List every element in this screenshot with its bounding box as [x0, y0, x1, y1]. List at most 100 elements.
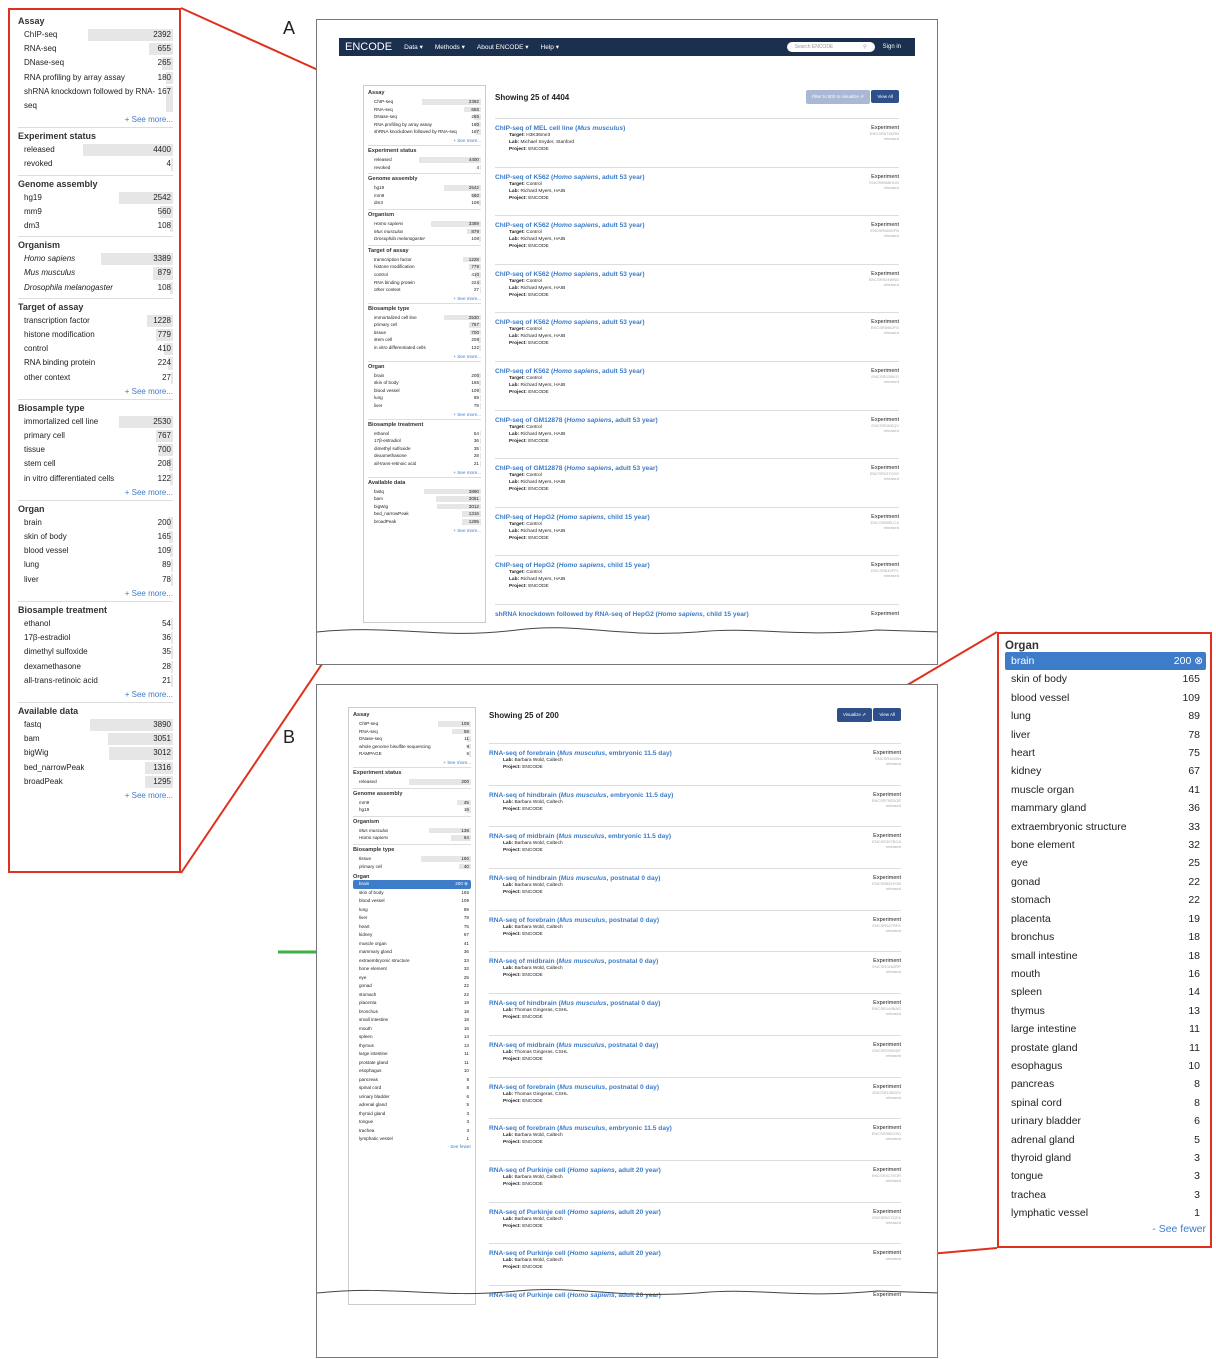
- facet-item[interactable]: prostate gland 11: [1005, 1039, 1206, 1057]
- result-title-link[interactable]: ChIP-seq of K562 (Homo sapiens, adult 53…: [495, 319, 899, 326]
- brand-logo[interactable]: ENCODE: [345, 41, 392, 53]
- facet-item[interactable]: skin of body 165: [353, 889, 471, 898]
- facet-item[interactable]: thyroid gland 3: [1005, 1149, 1206, 1167]
- facet-item[interactable]: in vitro differentiated cells 122: [18, 472, 173, 486]
- facet-item[interactable]: Homo sapiens 3389: [18, 252, 173, 266]
- facet-item[interactable]: mm9 560: [18, 205, 173, 219]
- facet-item[interactable]: placenta 19: [1005, 910, 1206, 928]
- facet-item[interactable]: mammary gland 36: [1005, 799, 1206, 817]
- facet-item[interactable]: bone element 32: [1005, 836, 1206, 854]
- facet-item[interactable]: eye 25: [1005, 854, 1206, 872]
- facet-item[interactable]: ChIP-seq 2392: [18, 28, 173, 42]
- facet-item[interactable]: thyroid gland 3: [353, 1110, 471, 1119]
- facet-item[interactable]: trachea 3: [353, 1127, 471, 1136]
- nav-menu-data[interactable]: Data ▾: [404, 43, 423, 51]
- facet-item[interactable]: mouth 16: [353, 1025, 471, 1034]
- facet-item[interactable]: spleen 14: [1005, 983, 1206, 1001]
- facet-item[interactable]: stem cell 208: [18, 457, 173, 471]
- facet-item[interactable]: ethanol 54: [368, 430, 481, 438]
- facet-item[interactable]: dimethyl sulfoxide 35: [368, 445, 481, 453]
- facet-item[interactable]: RNA-seq 59: [353, 728, 471, 736]
- see-more-link[interactable]: + See more...: [368, 470, 481, 475]
- facet-item[interactable]: dimethyl sulfoxide 35: [18, 645, 173, 659]
- facet-item[interactable]: tissue 700: [18, 443, 173, 457]
- result-title-link[interactable]: RNA-seq of hindbrain (Mus musculus, post…: [489, 875, 901, 882]
- result-title-link[interactable]: RNA-seq of midbrain (Mus musculus, embry…: [489, 833, 901, 840]
- facet-item[interactable]: blood vessel 109: [368, 387, 481, 395]
- facet-item[interactable]: immortalized cell line 2530: [18, 415, 173, 429]
- facet-item[interactable]: urinary bladder 6: [1005, 1112, 1206, 1130]
- facet-item[interactable]: brain 200: [18, 516, 173, 530]
- see-fewer-link[interactable]: - See fewer: [1005, 1223, 1206, 1235]
- see-more-link[interactable]: + See more...: [18, 690, 173, 699]
- facet-item[interactable]: blood vessel 109: [18, 544, 173, 558]
- result-title-link[interactable]: ChIP-seq of GM12878 (Homo sapiens, adult…: [495, 465, 899, 472]
- facet-item-brain-selected[interactable]: brain 200 ⊗: [1005, 652, 1206, 671]
- facet-item[interactable]: Drosophila melanogaster 108: [368, 235, 481, 243]
- facet-item[interactable]: small intestine 18: [353, 1016, 471, 1025]
- facet-item[interactable]: lung 89: [353, 906, 471, 915]
- facet-item[interactable]: DNase-seq 265: [368, 113, 481, 121]
- facet-item[interactable]: bed_narrowPeak 1316: [18, 761, 173, 775]
- facet-item[interactable]: DNase-seq 265: [18, 56, 173, 70]
- facet-item[interactable]: Mus musculus 136: [353, 827, 471, 835]
- facet-item[interactable]: lung 89: [368, 394, 481, 402]
- facet-item[interactable]: transcription factor 1228: [18, 314, 173, 328]
- facet-item[interactable]: released 4400: [368, 156, 481, 164]
- facet-item[interactable]: liver 78: [1005, 726, 1206, 744]
- facet-item[interactable]: bigWig 3012: [368, 503, 481, 511]
- facet-item[interactable]: lymphatic vessel 1: [1005, 1204, 1206, 1222]
- see-more-link[interactable]: + See more...: [18, 387, 173, 396]
- see-more-link[interactable]: + See more...: [18, 115, 173, 124]
- result-title-link[interactable]: ChIP-seq of GM12878 (Homo sapiens, adult…: [495, 417, 899, 424]
- facet-item[interactable]: histone modification 779: [18, 328, 173, 342]
- facet-item[interactable]: RNA-seq 655: [18, 42, 173, 56]
- nav-menu-methods[interactable]: Methods ▾: [435, 43, 465, 51]
- facet-item[interactable]: lymphatic vessel 1: [353, 1135, 471, 1144]
- facet-item[interactable]: DNase-seq 11: [353, 735, 471, 743]
- facet-item[interactable]: ChIP-seq 108: [353, 720, 471, 728]
- facet-item[interactable]: bed_narrowPeak 1316: [368, 510, 481, 518]
- facet-item[interactable]: bigWig 3012: [18, 746, 173, 760]
- facet-item[interactable]: in vitro differentiated cells 122: [368, 344, 481, 352]
- facet-item[interactable]: revoked 4: [18, 157, 173, 171]
- facet-item[interactable]: primary cell 767: [368, 321, 481, 329]
- facet-item[interactable]: lung 89: [18, 558, 173, 572]
- facet-item[interactable]: muscle organ 41: [353, 940, 471, 949]
- facet-item[interactable]: skin of body 165: [1005, 670, 1206, 688]
- facet-item[interactable]: Mus musculus 879: [18, 266, 173, 280]
- facet-item[interactable]: heart 75: [353, 923, 471, 932]
- facet-item[interactable]: mammary gland 36: [353, 948, 471, 957]
- facet-item[interactable]: liver 78: [18, 573, 173, 587]
- facet-item[interactable]: eye 25: [353, 974, 471, 983]
- facet-item[interactable]: blood vessel 109: [1005, 689, 1206, 707]
- facet-item[interactable]: bronchus 18: [1005, 928, 1206, 946]
- view-all-button-b[interactable]: View All: [873, 708, 901, 721]
- facet-item[interactable]: mouth 16: [1005, 965, 1206, 983]
- result-title-link[interactable]: RNA-seq of Purkinje cell (Homo sapiens, …: [489, 1167, 901, 1174]
- facet-item[interactable]: small intestine 18: [1005, 947, 1206, 965]
- result-title-link[interactable]: ChIP-seq of HepG2 (Homo sapiens, child 1…: [495, 514, 899, 521]
- facet-item[interactable]: hg19 2542: [368, 184, 481, 192]
- facet-item[interactable]: released 4400: [18, 143, 173, 157]
- nav-menu-help[interactable]: Help ▾: [541, 43, 559, 51]
- facet-item[interactable]: bam 3051: [368, 495, 481, 503]
- facet-item[interactable]: bronchus 18: [353, 1008, 471, 1017]
- facet-item[interactable]: dm3 108: [18, 219, 173, 233]
- facet-item[interactable]: hg19 2542: [18, 191, 173, 205]
- facet-item[interactable]: all-trans-retinoic acid 21: [368, 460, 481, 468]
- result-title-link[interactable]: ChIP-seq of MEL cell line (Mus musculus): [495, 125, 899, 132]
- facet-item[interactable]: tongue 3: [353, 1118, 471, 1127]
- facet-item[interactable]: fastq 3890: [18, 718, 173, 732]
- facet-item[interactable]: immortalized cell line 2530: [368, 314, 481, 322]
- facet-item[interactable]: stomach 22: [353, 991, 471, 1000]
- see-more-link[interactable]: + See more...: [368, 138, 481, 143]
- facet-item[interactable]: bam 3051: [18, 732, 173, 746]
- result-title-link[interactable]: RNA-seq of Purkinje cell (Homo sapiens, …: [489, 1250, 901, 1257]
- facet-item[interactable]: 17β-estradiol 36: [368, 437, 481, 445]
- sign-in-link[interactable]: Sign in: [883, 44, 901, 50]
- see-more-link[interactable]: + See more...: [18, 589, 173, 598]
- facet-item[interactable]: tissue 160: [353, 855, 471, 863]
- visualize-button[interactable]: Visualize ⇗: [836, 708, 872, 722]
- facet-item[interactable]: control 410: [368, 271, 481, 279]
